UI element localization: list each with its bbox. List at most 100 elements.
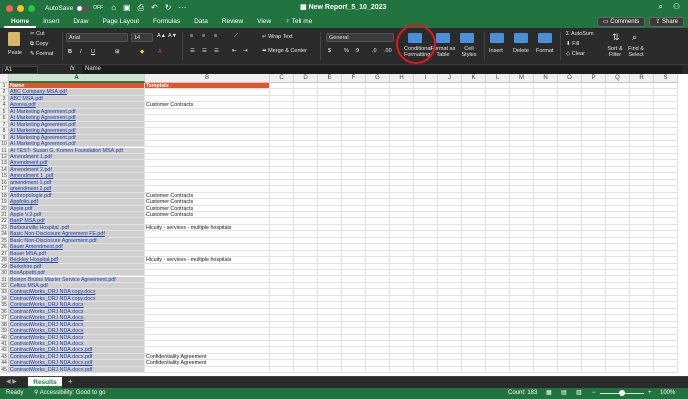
fill-color-icon[interactable]: ◆ <box>140 49 144 55</box>
cell-styles-label[interactable]: Cell Styles <box>458 46 480 58</box>
zoom-in-icon[interactable]: + <box>648 388 652 399</box>
tab-insert[interactable]: Insert <box>36 16 66 28</box>
column-header-b[interactable]: B <box>145 74 270 83</box>
file-link[interactable]: Celtics MSA.pdf <box>10 283 48 288</box>
format-cells-label[interactable]: Format <box>536 48 553 54</box>
cell[interactable] <box>654 366 678 374</box>
format-painter-button[interactable]: ✎ Format <box>30 51 54 57</box>
align-left-icon[interactable]: ☰ <box>190 48 195 54</box>
column-header-l[interactable]: L <box>486 74 510 83</box>
cut-button[interactable]: ✂ Cut <box>30 31 45 37</box>
sort-filter-icon[interactable]: ⇅ <box>612 32 620 43</box>
zoom-slider-thumb[interactable] <box>619 390 625 396</box>
file-link[interactable]: Amendment 1.pdf <box>10 154 52 159</box>
file-link[interactable]: Bauer Amendment.pdf <box>10 244 63 249</box>
file-link[interactable]: ContractWorks_DRJ NDA copy.docx <box>10 289 95 294</box>
column-header-j[interactable]: J <box>438 74 462 83</box>
column-header-r[interactable]: R <box>630 74 654 83</box>
select-all-corner[interactable] <box>0 74 9 83</box>
cell[interactable] <box>630 366 654 374</box>
file-link[interactable]: Anthropologie.pdf <box>10 193 52 198</box>
column-header-f[interactable]: F <box>342 74 366 83</box>
file-link[interactable]: Amendment.pdf <box>10 160 47 165</box>
clear-button[interactable]: ◇ Clear <box>566 51 585 57</box>
bold-button[interactable]: B <box>68 49 72 55</box>
tab-formulas[interactable]: Formulas <box>146 16 187 28</box>
cell[interactable] <box>582 366 606 374</box>
number-format-select[interactable]: General <box>326 33 394 42</box>
sheet-tab-results[interactable]: Results <box>28 377 62 388</box>
column-header-s[interactable]: S <box>654 74 678 83</box>
file-link[interactable]: ContractWorks_DRJ NDA.docx.pdf <box>10 367 92 372</box>
normal-view-icon[interactable]: ▦ <box>546 388 552 399</box>
file-link[interactable]: ContractWorks_DRJ NDA.docx.pdf <box>10 360 92 365</box>
cell[interactable] <box>486 366 510 374</box>
accessibility-status[interactable]: ⚲ Accessibility: Good to go <box>34 388 105 399</box>
align-middle-icon[interactable]: ≡ <box>202 33 205 39</box>
file-link[interactable]: Basic Non-Disclosure Agreement.pdf <box>10 238 97 243</box>
merge-center-button[interactable]: ⬌ Merge & Center <box>262 48 307 54</box>
insert-function-icon[interactable]: fx <box>70 66 75 72</box>
minimize-window-button[interactable] <box>17 4 24 12</box>
borders-icon[interactable]: ⊞ <box>115 49 120 55</box>
close-window-button[interactable] <box>6 4 13 12</box>
file-link[interactable]: ABC MSA.pdf <box>10 96 43 101</box>
column-header-p[interactable]: P <box>582 74 606 83</box>
more-icon[interactable]: ⋯ <box>178 3 186 13</box>
comma-icon[interactable]: 9 <box>356 48 359 54</box>
file-link[interactable]: Appfolio.pdf <box>10 199 38 204</box>
spreadsheet-grid[interactable]: A B C D E F G H I J K L M N O P Q R S 1 Name Template 2 ABC Com… <box>0 74 688 376</box>
align-right-icon[interactable]: ☰ <box>214 48 219 54</box>
autosave-toggle[interactable] <box>76 4 91 12</box>
format-as-table-icon[interactable] <box>436 33 450 43</box>
print-icon[interactable]: ⎙ <box>138 3 144 13</box>
file-link[interactable]: Basic Non-Disclosure Agreement FE.pdf <box>10 231 105 236</box>
cell[interactable] <box>606 366 630 374</box>
cell[interactable] <box>438 366 462 374</box>
sort-filter-label[interactable]: Sort & Filter <box>606 46 624 58</box>
currency-icon[interactable]: $ <box>328 48 331 54</box>
percent-icon[interactable]: % <box>344 48 349 54</box>
find-select-icon[interactable]: ⌕ <box>632 32 637 43</box>
home-icon[interactable]: ⌂ <box>111 3 116 13</box>
align-center-icon[interactable]: ☰ <box>202 48 207 54</box>
cell[interactable] <box>270 366 294 374</box>
column-header-q[interactable]: Q <box>606 74 630 83</box>
column-header-h[interactable]: H <box>390 74 414 83</box>
search-icon[interactable]: ⌕ <box>658 2 662 12</box>
file-link[interactable]: Boston Bruins Master Service Agreement.p… <box>10 277 116 282</box>
tab-data[interactable]: Data <box>187 16 215 28</box>
undo-icon[interactable]: ↶ <box>151 3 158 13</box>
cell[interactable] <box>390 366 414 374</box>
save-icon[interactable]: ▣ <box>123 3 131 13</box>
column-header-c[interactable]: C <box>270 74 294 83</box>
fill-button[interactable]: ⬇ Fill <box>566 41 579 47</box>
align-top-icon[interactable]: ≡ <box>190 33 193 39</box>
file-link[interactable]: ABC Company MSA.pdf <box>10 89 67 94</box>
cell[interactable] <box>366 366 390 374</box>
file-link[interactable]: AI Marketing Agreement.pdf <box>10 109 76 114</box>
page-layout-view-icon[interactable]: ▤ <box>561 388 567 399</box>
increase-font-icon[interactable]: A▲ <box>157 33 166 39</box>
column-header-a[interactable]: A <box>9 74 145 83</box>
file-link[interactable]: Bauer MSA.pdf <box>10 251 46 256</box>
cell-styles-icon[interactable] <box>460 33 474 43</box>
file-link[interactable]: Barbourville Hospital .pdf <box>10 225 69 230</box>
column-header-d[interactable]: D <box>294 74 318 83</box>
decrease-indent-icon[interactable]: ⇤ <box>232 48 237 54</box>
cell[interactable] <box>414 366 438 374</box>
file-link[interactable]: Acorea.pdf <box>10 102 36 107</box>
paste-icon[interactable] <box>8 32 20 46</box>
formula-input[interactable]: Name <box>82 66 682 74</box>
name-box[interactable]: A1 <box>2 66 38 74</box>
file-link[interactable]: AI Marketing Agreement.pdf <box>10 122 76 127</box>
file-link[interactable]: ContractWorks_DRJ NDA.docx.pdf <box>10 354 92 359</box>
increase-indent-icon[interactable]: ⇥ <box>243 48 248 54</box>
tab-page-layout[interactable]: Page Layout <box>96 16 147 28</box>
file-link[interactable]: ContractWorks_DRJ NDA copy.docx <box>10 296 95 301</box>
cell[interactable] <box>462 366 486 374</box>
file-link[interactable]: ContractWorks_DRJ NDA.docx <box>10 335 84 340</box>
file-link[interactable]: AI TEST- Susan G. Komen Foundation MSA.p… <box>10 148 123 153</box>
file-link[interactable]: ContractWorks_DRJ NDA.docx <box>10 309 84 314</box>
column-header-e[interactable]: E <box>318 74 342 83</box>
